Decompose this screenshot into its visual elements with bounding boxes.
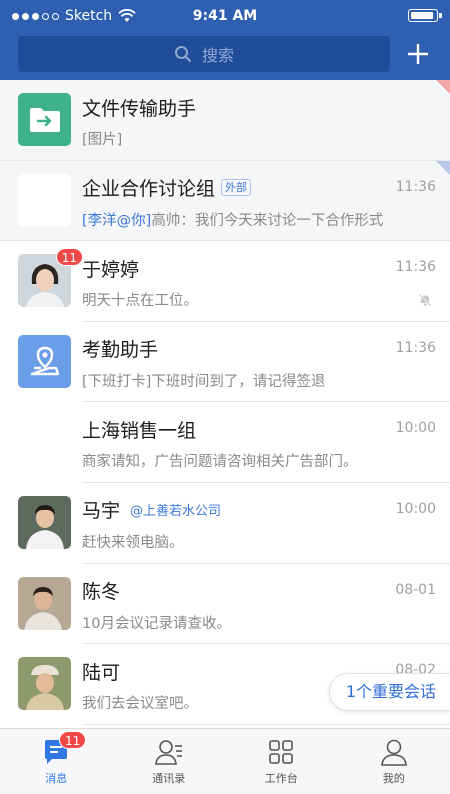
- conversation-title: 马宇: [82, 500, 121, 523]
- avatar: [18, 495, 71, 549]
- avatar: [18, 93, 71, 146]
- avatar: [18, 576, 71, 630]
- conversation-item[interactable]: 考勤助手 11:36 [下班打卡]下班时间到了，请记得签退: [0, 321, 450, 403]
- conversation-time: 08-01: [395, 581, 436, 598]
- conversation-title: 陈冬: [82, 581, 121, 604]
- tab-profile[interactable]: 我的: [338, 729, 450, 794]
- conversation-title: 企业合作讨论组: [82, 178, 216, 201]
- user-icon: [380, 739, 407, 766]
- avatar: [18, 173, 71, 227]
- app-screen: Sketch 9:41 AM 搜索 文件传输助手 [图片] 企业合作讨论组 外部…: [0, 0, 450, 794]
- grid-icon: [269, 740, 294, 764]
- user-photo: [18, 657, 71, 711]
- conversation-time: 11:36: [395, 178, 436, 195]
- conversation-title: 于婷婷: [82, 258, 140, 281]
- conversation-preview: [图片]: [82, 132, 123, 148]
- unread-badge: 11: [59, 731, 87, 749]
- conversation-preview: 赶快来领电脑。: [82, 534, 184, 551]
- conversation-item[interactable]: 上海销售一组 10:00 商家请知，广告问题请咨询相关广告部门。: [0, 402, 450, 483]
- conversation-preview: 商家请知，广告问题请咨询相关广告部门。: [82, 454, 358, 471]
- mute-bell-icon: [418, 293, 432, 307]
- conversation-time: 11:36: [395, 259, 436, 276]
- group-avatar: [18, 173, 71, 227]
- tab-label: 消息: [45, 772, 68, 785]
- conversation-title: 上海销售一组: [82, 419, 197, 442]
- tab-contacts[interactable]: 通讯录: [113, 729, 226, 794]
- conversation-preview: 10月会议记录请查收。: [82, 615, 231, 632]
- status-bar: Sketch 9:41 AM: [0, 0, 450, 32]
- conversation-title: 考勤助手: [82, 339, 159, 362]
- user-photo: [18, 576, 71, 630]
- conversation-title: 陆可: [82, 661, 121, 684]
- conversation-item[interactable]: 11 于婷婷 11:36 明天十点在工位。: [0, 241, 450, 322]
- conversation-title: 文件传输助手: [82, 97, 197, 120]
- conversation-preview: [李洋@你]高帅：我们今天来讨论一下合作形式: [82, 209, 436, 230]
- search-input[interactable]: 搜索: [18, 36, 390, 72]
- conversation-preview: 明天十点在工位。: [82, 293, 198, 310]
- important-conversation-button[interactable]: 1个重要会话: [328, 673, 450, 711]
- avatar: [18, 334, 71, 388]
- file-transfer-icon: [18, 93, 71, 146]
- conversation-item[interactable]: 企业合作讨论组 外部 11:36 [李洋@你]高帅：我们今天来讨论一下合作形式: [0, 160, 450, 242]
- tab-label: 工作台: [264, 772, 298, 785]
- group-avatar: [18, 415, 71, 469]
- conversation-time: 10:00: [395, 500, 436, 517]
- attendance-icon: [18, 334, 71, 388]
- conversation-preview: [下班打卡]下班时间到了，请记得签退: [82, 373, 326, 390]
- status-time: 9:41 AM: [192, 8, 258, 24]
- search-placeholder: 搜索: [201, 46, 234, 65]
- preview-text: 高帅：我们今天来讨论一下合作形式: [151, 212, 384, 229]
- pinned-marker: [436, 160, 450, 175]
- tab-workbench[interactable]: 工作台: [225, 729, 338, 794]
- tab-label: 通讯录: [152, 772, 186, 785]
- conversation-list: 文件传输助手 [图片] 企业合作讨论组 外部 11:36 [李洋@你]高帅：我们…: [0, 80, 450, 728]
- tab-label: 我的: [382, 772, 405, 785]
- add-button[interactable]: [402, 38, 434, 70]
- user-photo: [18, 495, 71, 549]
- avatar: 11: [18, 248, 83, 308]
- search-icon: [174, 46, 191, 62]
- conversation-item[interactable]: 马宇 @上善若水公司 10:00 赶快来领电脑。: [0, 482, 450, 564]
- unread-badge: 11: [55, 248, 83, 267]
- external-tag: 外部: [221, 179, 252, 197]
- battery-icon: [408, 9, 442, 22]
- conversation-time: 11:36: [395, 339, 436, 356]
- conversation-item[interactable]: 陈冬 08-01 10月会议记录请查收。: [0, 563, 450, 645]
- company-tag: @上善若水公司: [130, 504, 222, 520]
- tab-bar: 消息 11 通讯录 工作台 我的: [0, 728, 450, 794]
- header: Sketch 9:41 AM 搜索: [0, 0, 450, 80]
- avatar: [18, 415, 71, 469]
- mention-tag: [李洋@你]: [82, 212, 152, 229]
- tab-messages[interactable]: 消息 11: [0, 729, 113, 794]
- contacts-icon: [154, 740, 182, 765]
- avatar: [18, 657, 71, 711]
- plus-icon: [408, 44, 428, 64]
- pinned-marker: [436, 80, 450, 94]
- conversation-item[interactable]: 文件传输助手 [图片]: [0, 80, 450, 161]
- conversation-time: 10:00: [395, 420, 436, 437]
